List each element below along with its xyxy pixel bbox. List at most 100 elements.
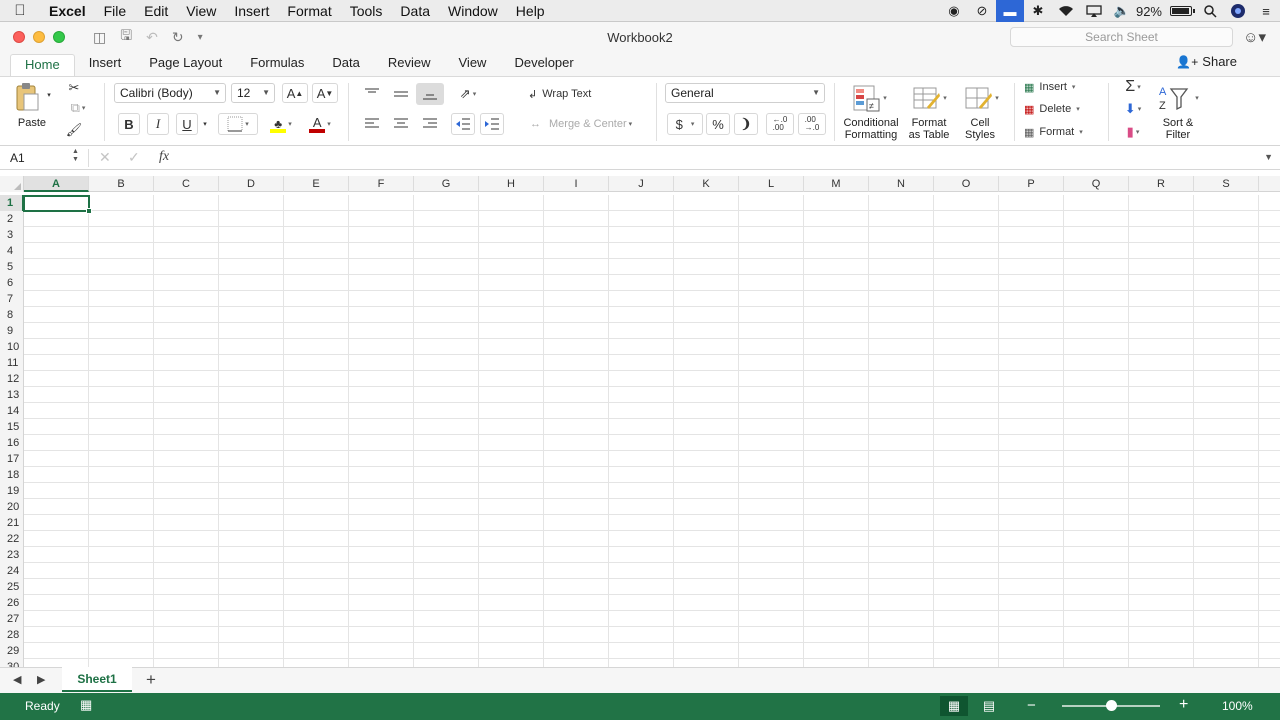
column-header-r[interactable]: R — [1129, 176, 1194, 192]
grid-row[interactable]: 10 — [0, 339, 1280, 355]
feedback-smiley-icon[interactable]: ☺▾ — [1243, 28, 1266, 46]
battery-percent[interactable]: 92% — [1136, 4, 1166, 19]
row-header-9[interactable]: 9 — [0, 323, 24, 339]
previous-sheet-icon[interactable]: ◀ — [13, 673, 21, 686]
tab-insert[interactable]: Insert — [75, 54, 136, 76]
row-header-22[interactable]: 22 — [0, 531, 24, 547]
row-header-21[interactable]: 21 — [0, 515, 24, 531]
column-header-k[interactable]: K — [674, 176, 739, 192]
confirm-entry-icon[interactable]: ✓ — [128, 149, 140, 166]
tab-review[interactable]: Review — [374, 54, 445, 76]
row-header-24[interactable]: 24 — [0, 563, 24, 579]
grid-row[interactable]: 28 — [0, 627, 1280, 643]
column-header-n[interactable]: N — [869, 176, 934, 192]
apple-menu-icon[interactable]:  — [0, 2, 40, 19]
align-top-icon[interactable] — [360, 83, 384, 105]
font-size-select[interactable]: 12 ▼ — [231, 83, 275, 103]
wrap-text-button[interactable]: ↲ Wrap Text — [528, 83, 608, 105]
bold-button[interactable]: B — [118, 113, 140, 135]
grid-row[interactable]: 7 — [0, 291, 1280, 307]
cancel-entry-icon[interactable]: ✕ — [99, 149, 111, 166]
decrease-decimal-icon[interactable]: .00 →.0 — [798, 113, 826, 135]
grid-row[interactable]: 29 — [0, 643, 1280, 659]
row-header-27[interactable]: 27 — [0, 611, 24, 627]
normal-view-icon[interactable]: ▦ — [940, 696, 968, 716]
menu-app-excel[interactable]: Excel — [40, 0, 95, 22]
tab-data[interactable]: Data — [318, 54, 373, 76]
column-header-l[interactable]: L — [739, 176, 804, 192]
undo-icon[interactable]: ↶ — [146, 29, 158, 46]
align-middle-icon[interactable] — [389, 83, 413, 105]
select-all-corner[interactable] — [0, 176, 24, 192]
insert-function-button[interactable]: fx — [159, 149, 169, 165]
menu-window[interactable]: Window — [439, 0, 507, 22]
clear-eraser-icon[interactable]: ▮ ▾ — [1118, 123, 1148, 141]
grid-row[interactable]: 18 — [0, 467, 1280, 483]
column-header-e[interactable]: E — [284, 176, 349, 192]
tab-view[interactable]: View — [445, 54, 501, 76]
menu-data[interactable]: Data — [391, 0, 439, 22]
airplay-icon[interactable] — [1080, 0, 1108, 22]
column-header-s[interactable]: S — [1194, 176, 1259, 192]
row-header-17[interactable]: 17 — [0, 451, 24, 467]
add-sheet-icon[interactable]: + — [146, 670, 156, 690]
fill-handle[interactable] — [86, 208, 92, 214]
format-as-table-label[interactable]: Format as Table — [902, 117, 956, 141]
format-as-table-icon[interactable]: ▾ — [906, 81, 952, 115]
macro-record-icon[interactable]: ▦ — [80, 697, 92, 713]
column-header-g[interactable]: G — [414, 176, 479, 192]
number-format-select[interactable]: General ▼ — [665, 83, 825, 103]
percent-button[interactable]: % — [706, 113, 730, 135]
menu-help[interactable]: Help — [507, 0, 554, 22]
grid-row[interactable]: 8 — [0, 307, 1280, 323]
row-header-2[interactable]: 2 — [0, 211, 24, 227]
share-button[interactable]: 👤+ Share — [1176, 54, 1237, 69]
row-header-15[interactable]: 15 — [0, 419, 24, 435]
cell-styles-label[interactable]: Cell Styles — [956, 117, 1004, 141]
menu-format[interactable]: Format — [278, 0, 340, 22]
align-center-icon[interactable] — [389, 113, 413, 135]
row-header-1[interactable]: 1 — [0, 195, 24, 211]
underline-button[interactable]: U — [176, 113, 198, 135]
align-right-icon[interactable] — [418, 113, 442, 135]
tab-home[interactable]: Home — [10, 54, 75, 76]
row-header-11[interactable]: 11 — [0, 355, 24, 371]
grid-row[interactable]: 22 — [0, 531, 1280, 547]
row-header-6[interactable]: 6 — [0, 275, 24, 291]
column-header-f[interactable]: F — [349, 176, 414, 192]
fill-down-icon[interactable]: ⬇ ▾ — [1118, 100, 1148, 118]
screen-recording-icon[interactable]: ▬ — [995, 0, 1024, 22]
row-header-26[interactable]: 26 — [0, 595, 24, 611]
grid-row[interactable]: 9 — [0, 323, 1280, 339]
increase-indent-icon[interactable] — [480, 113, 504, 135]
row-header-4[interactable]: 4 — [0, 243, 24, 259]
column-header-b[interactable]: B — [89, 176, 154, 192]
name-box-stepper-icon[interactable]: ▲ ▼ — [72, 148, 79, 164]
increase-decimal-icon[interactable]: ←.0.00 — [766, 113, 794, 135]
battery-icon[interactable] — [1166, 0, 1196, 22]
minimize-window-button[interactable] — [33, 31, 45, 43]
sort-filter-icon[interactable]: A Z ▾ — [1156, 81, 1200, 115]
cut-icon[interactable]: ✂ — [64, 79, 84, 97]
column-header-h[interactable]: H — [479, 176, 544, 192]
worksheet-grid[interactable]: ABCDEFGHIJKLMNOPQRS 1 2 3 4 5 6 7 8 9 10 11 12 13 14 1… — [0, 176, 1280, 667]
save-icon[interactable]: 🖫 — [120, 25, 132, 49]
menu-file[interactable]: File — [95, 0, 136, 22]
align-left-icon[interactable] — [360, 113, 384, 135]
format-cells-button[interactable]: ▦ Format ▾ — [1024, 123, 1094, 141]
decrease-font-size-icon[interactable]: A ▼ — [312, 83, 338, 103]
zoom-slider-knob[interactable] — [1106, 700, 1117, 711]
row-header-10[interactable]: 10 — [0, 339, 24, 355]
siri-icon[interactable] — [1224, 0, 1252, 22]
cell-styles-icon[interactable]: ▾ — [958, 81, 1004, 115]
align-bottom-icon[interactable] — [416, 83, 444, 105]
zoom-window-button[interactable] — [53, 31, 65, 43]
column-header-i[interactable]: I — [544, 176, 609, 192]
grid-row[interactable]: 30 — [0, 659, 1280, 667]
row-header-7[interactable]: 7 — [0, 291, 24, 307]
redo-icon[interactable]: ↻ — [172, 29, 184, 46]
grid-row[interactable]: 11 — [0, 355, 1280, 371]
column-header-d[interactable]: D — [219, 176, 284, 192]
row-header-18[interactable]: 18 — [0, 467, 24, 483]
font-name-select[interactable]: Calibri (Body) ▼ — [114, 83, 226, 103]
